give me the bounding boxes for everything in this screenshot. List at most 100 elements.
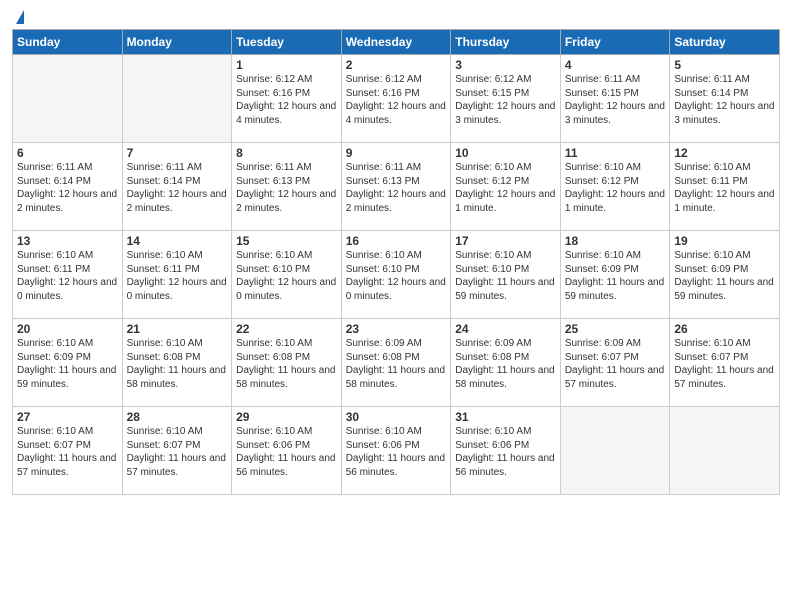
calendar-week-row: 6Sunrise: 6:11 AMSunset: 6:14 PMDaylight… [13, 143, 780, 231]
calendar-cell: 20Sunrise: 6:10 AMSunset: 6:09 PMDayligh… [13, 319, 123, 407]
calendar-cell [560, 407, 670, 495]
day-number: 19 [674, 234, 775, 248]
day-info: Sunrise: 6:09 AMSunset: 6:08 PMDaylight:… [346, 337, 447, 391]
header [12, 10, 780, 21]
calendar-cell: 31Sunrise: 6:10 AMSunset: 6:06 PMDayligh… [451, 407, 561, 495]
day-number: 31 [455, 410, 556, 424]
calendar-cell: 12Sunrise: 6:10 AMSunset: 6:11 PMDayligh… [670, 143, 780, 231]
calendar-cell: 14Sunrise: 6:10 AMSunset: 6:11 PMDayligh… [122, 231, 232, 319]
calendar-cell: 25Sunrise: 6:09 AMSunset: 6:07 PMDayligh… [560, 319, 670, 407]
day-info: Sunrise: 6:11 AMSunset: 6:13 PMDaylight:… [236, 161, 337, 215]
calendar-cell: 7Sunrise: 6:11 AMSunset: 6:14 PMDaylight… [122, 143, 232, 231]
day-info: Sunrise: 6:10 AMSunset: 6:10 PMDaylight:… [455, 249, 556, 303]
calendar-cell: 30Sunrise: 6:10 AMSunset: 6:06 PMDayligh… [341, 407, 451, 495]
day-number: 24 [455, 322, 556, 336]
logo [12, 10, 24, 21]
calendar-cell: 24Sunrise: 6:09 AMSunset: 6:08 PMDayligh… [451, 319, 561, 407]
day-info: Sunrise: 6:10 AMSunset: 6:09 PMDaylight:… [17, 337, 118, 391]
day-number: 22 [236, 322, 337, 336]
calendar-cell [670, 407, 780, 495]
day-number: 18 [565, 234, 666, 248]
day-number: 11 [565, 146, 666, 160]
calendar-cell: 23Sunrise: 6:09 AMSunset: 6:08 PMDayligh… [341, 319, 451, 407]
day-number: 5 [674, 58, 775, 72]
calendar-week-row: 27Sunrise: 6:10 AMSunset: 6:07 PMDayligh… [13, 407, 780, 495]
day-info: Sunrise: 6:09 AMSunset: 6:07 PMDaylight:… [565, 337, 666, 391]
day-number: 7 [127, 146, 228, 160]
day-info: Sunrise: 6:11 AMSunset: 6:14 PMDaylight:… [674, 73, 775, 127]
day-number: 8 [236, 146, 337, 160]
day-number: 13 [17, 234, 118, 248]
page: SundayMondayTuesdayWednesdayThursdayFrid… [0, 0, 792, 612]
calendar-cell: 26Sunrise: 6:10 AMSunset: 6:07 PMDayligh… [670, 319, 780, 407]
calendar-cell: 10Sunrise: 6:10 AMSunset: 6:12 PMDayligh… [451, 143, 561, 231]
calendar-cell: 29Sunrise: 6:10 AMSunset: 6:06 PMDayligh… [232, 407, 342, 495]
day-number: 3 [455, 58, 556, 72]
calendar-week-row: 20Sunrise: 6:10 AMSunset: 6:09 PMDayligh… [13, 319, 780, 407]
weekday-header-sunday: Sunday [13, 30, 123, 55]
day-info: Sunrise: 6:10 AMSunset: 6:11 PMDaylight:… [674, 161, 775, 215]
calendar-cell: 19Sunrise: 6:10 AMSunset: 6:09 PMDayligh… [670, 231, 780, 319]
calendar-cell: 6Sunrise: 6:11 AMSunset: 6:14 PMDaylight… [13, 143, 123, 231]
day-number: 14 [127, 234, 228, 248]
day-info: Sunrise: 6:11 AMSunset: 6:15 PMDaylight:… [565, 73, 666, 127]
day-number: 26 [674, 322, 775, 336]
calendar-week-row: 13Sunrise: 6:10 AMSunset: 6:11 PMDayligh… [13, 231, 780, 319]
day-info: Sunrise: 6:10 AMSunset: 6:06 PMDaylight:… [236, 425, 337, 479]
day-info: Sunrise: 6:10 AMSunset: 6:07 PMDaylight:… [674, 337, 775, 391]
day-number: 25 [565, 322, 666, 336]
weekday-header-saturday: Saturday [670, 30, 780, 55]
day-info: Sunrise: 6:10 AMSunset: 6:12 PMDaylight:… [455, 161, 556, 215]
calendar-cell: 1Sunrise: 6:12 AMSunset: 6:16 PMDaylight… [232, 55, 342, 143]
day-number: 27 [17, 410, 118, 424]
day-number: 6 [17, 146, 118, 160]
day-info: Sunrise: 6:10 AMSunset: 6:06 PMDaylight:… [346, 425, 447, 479]
day-info: Sunrise: 6:10 AMSunset: 6:09 PMDaylight:… [565, 249, 666, 303]
calendar-cell: 8Sunrise: 6:11 AMSunset: 6:13 PMDaylight… [232, 143, 342, 231]
calendar-cell: 5Sunrise: 6:11 AMSunset: 6:14 PMDaylight… [670, 55, 780, 143]
day-number: 21 [127, 322, 228, 336]
calendar-cell: 9Sunrise: 6:11 AMSunset: 6:13 PMDaylight… [341, 143, 451, 231]
day-number: 28 [127, 410, 228, 424]
day-number: 20 [17, 322, 118, 336]
calendar-cell: 16Sunrise: 6:10 AMSunset: 6:10 PMDayligh… [341, 231, 451, 319]
weekday-header-tuesday: Tuesday [232, 30, 342, 55]
day-info: Sunrise: 6:10 AMSunset: 6:11 PMDaylight:… [17, 249, 118, 303]
day-number: 23 [346, 322, 447, 336]
day-info: Sunrise: 6:10 AMSunset: 6:07 PMDaylight:… [17, 425, 118, 479]
day-info: Sunrise: 6:10 AMSunset: 6:10 PMDaylight:… [236, 249, 337, 303]
day-number: 17 [455, 234, 556, 248]
day-info: Sunrise: 6:10 AMSunset: 6:09 PMDaylight:… [674, 249, 775, 303]
day-info: Sunrise: 6:10 AMSunset: 6:12 PMDaylight:… [565, 161, 666, 215]
calendar-cell: 28Sunrise: 6:10 AMSunset: 6:07 PMDayligh… [122, 407, 232, 495]
day-number: 16 [346, 234, 447, 248]
calendar-cell: 18Sunrise: 6:10 AMSunset: 6:09 PMDayligh… [560, 231, 670, 319]
weekday-header-row: SundayMondayTuesdayWednesdayThursdayFrid… [13, 30, 780, 55]
calendar-cell: 22Sunrise: 6:10 AMSunset: 6:08 PMDayligh… [232, 319, 342, 407]
day-number: 30 [346, 410, 447, 424]
day-number: 4 [565, 58, 666, 72]
day-info: Sunrise: 6:12 AMSunset: 6:16 PMDaylight:… [346, 73, 447, 127]
day-info: Sunrise: 6:10 AMSunset: 6:11 PMDaylight:… [127, 249, 228, 303]
calendar-cell: 13Sunrise: 6:10 AMSunset: 6:11 PMDayligh… [13, 231, 123, 319]
calendar-cell: 3Sunrise: 6:12 AMSunset: 6:15 PMDaylight… [451, 55, 561, 143]
calendar-cell: 15Sunrise: 6:10 AMSunset: 6:10 PMDayligh… [232, 231, 342, 319]
calendar-cell [122, 55, 232, 143]
day-info: Sunrise: 6:11 AMSunset: 6:14 PMDaylight:… [127, 161, 228, 215]
calendar-table: SundayMondayTuesdayWednesdayThursdayFrid… [12, 29, 780, 495]
weekday-header-wednesday: Wednesday [341, 30, 451, 55]
day-info: Sunrise: 6:11 AMSunset: 6:14 PMDaylight:… [17, 161, 118, 215]
day-info: Sunrise: 6:10 AMSunset: 6:08 PMDaylight:… [236, 337, 337, 391]
day-number: 15 [236, 234, 337, 248]
day-info: Sunrise: 6:09 AMSunset: 6:08 PMDaylight:… [455, 337, 556, 391]
day-number: 9 [346, 146, 447, 160]
day-info: Sunrise: 6:10 AMSunset: 6:07 PMDaylight:… [127, 425, 228, 479]
calendar-cell: 11Sunrise: 6:10 AMSunset: 6:12 PMDayligh… [560, 143, 670, 231]
day-info: Sunrise: 6:12 AMSunset: 6:15 PMDaylight:… [455, 73, 556, 127]
calendar-cell: 17Sunrise: 6:10 AMSunset: 6:10 PMDayligh… [451, 231, 561, 319]
calendar-week-row: 1Sunrise: 6:12 AMSunset: 6:16 PMDaylight… [13, 55, 780, 143]
weekday-header-thursday: Thursday [451, 30, 561, 55]
day-info: Sunrise: 6:10 AMSunset: 6:08 PMDaylight:… [127, 337, 228, 391]
day-number: 12 [674, 146, 775, 160]
day-info: Sunrise: 6:10 AMSunset: 6:10 PMDaylight:… [346, 249, 447, 303]
